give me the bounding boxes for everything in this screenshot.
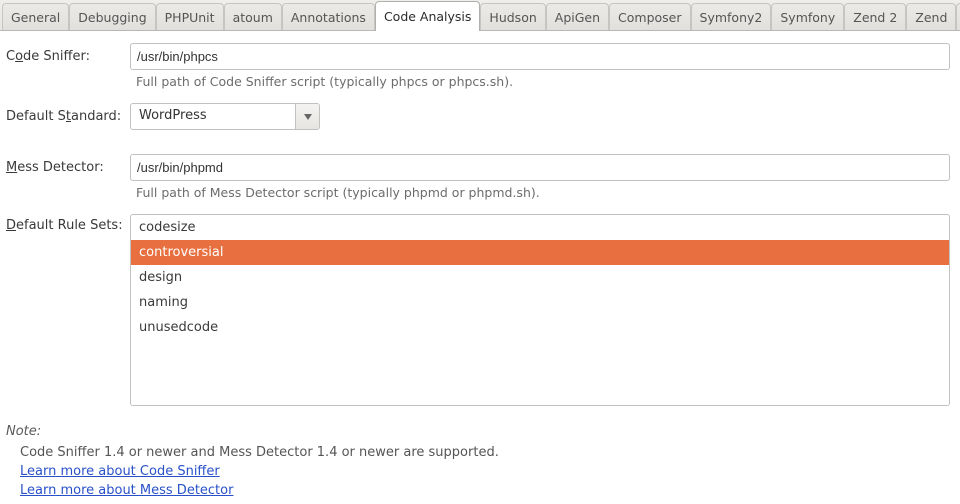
rule-sets-row: Default Rule Sets: codesizecontroversial… bbox=[6, 214, 950, 406]
tab-hudson[interactable]: Hudson bbox=[480, 3, 545, 30]
tab-debugging[interactable]: Debugging bbox=[69, 3, 155, 30]
tab-atoum[interactable]: atoum bbox=[224, 3, 282, 30]
code-sniffer-input[interactable] bbox=[130, 43, 950, 70]
chevron-down-icon bbox=[304, 114, 312, 120]
code-sniffer-label: Code Sniffer: bbox=[6, 49, 130, 64]
rule-set-item-naming[interactable]: naming bbox=[131, 290, 949, 315]
note-title: Note: bbox=[6, 424, 950, 439]
mess-detector-label: Mess Detector: bbox=[6, 160, 130, 175]
rule-sets-listbox[interactable]: codesizecontroversialdesignnamingunusedc… bbox=[130, 214, 950, 406]
tab-code-analysis[interactable]: Code Analysis bbox=[375, 1, 480, 31]
tab-general[interactable]: General bbox=[2, 3, 69, 30]
note-block: Note: Code Sniffer 1.4 or newer and Mess… bbox=[6, 424, 950, 502]
code-sniffer-row: Code Sniffer: bbox=[6, 43, 950, 70]
code-analysis-panel: Code Sniffer: Full path of Code Sniffer … bbox=[0, 31, 960, 504]
tab-symfony[interactable]: Symfony bbox=[771, 3, 844, 30]
tab-strip: GeneralDebuggingPHPUnitatoumAnnotationsC… bbox=[0, 0, 960, 31]
tab-zend-2[interactable]: Zend 2 bbox=[844, 3, 906, 30]
rule-set-item-design[interactable]: design bbox=[131, 265, 949, 290]
mess-detector-input[interactable] bbox=[130, 154, 950, 181]
combo-dropdown-button[interactable] bbox=[295, 104, 319, 129]
default-standard-combo[interactable]: WordPress bbox=[130, 103, 320, 130]
preferences-window: GeneralDebuggingPHPUnitatoumAnnotationsC… bbox=[0, 0, 960, 504]
default-standard-value: WordPress bbox=[131, 104, 295, 129]
code-sniffer-helper: Full path of Code Sniffer script (typica… bbox=[136, 74, 950, 89]
rule-set-item-controversial[interactable]: controversial bbox=[131, 240, 949, 265]
tab-apigen[interactable]: ApiGen bbox=[546, 3, 609, 30]
mess-detector-helper: Full path of Mess Detector script (typic… bbox=[136, 185, 950, 200]
rule-set-item-codesize[interactable]: codesize bbox=[131, 215, 949, 240]
rule-set-item-unusedcode[interactable]: unusedcode bbox=[131, 315, 949, 340]
default-standard-label: Default Standard: bbox=[6, 109, 130, 124]
default-standard-row: Default Standard: WordPress bbox=[6, 103, 950, 130]
learn-more-code-sniffer-link[interactable]: Learn more about Code Sniffer bbox=[20, 464, 220, 479]
mess-detector-row: Mess Detector: bbox=[6, 154, 950, 181]
tab-symfony2[interactable]: Symfony2 bbox=[691, 3, 772, 30]
tab-smarty[interactable]: Smarty bbox=[956, 3, 960, 30]
learn-more-mess-detector-link[interactable]: Learn more about Mess Detector bbox=[20, 483, 233, 498]
tab-annotations[interactable]: Annotations bbox=[282, 3, 375, 30]
tab-zend[interactable]: Zend bbox=[906, 3, 956, 30]
tab-composer[interactable]: Composer bbox=[609, 3, 690, 30]
note-support-line: Code Sniffer 1.4 or newer and Mess Detec… bbox=[20, 445, 950, 460]
tab-phpunit[interactable]: PHPUnit bbox=[156, 3, 224, 30]
rule-sets-label: Default Rule Sets: bbox=[6, 214, 130, 233]
